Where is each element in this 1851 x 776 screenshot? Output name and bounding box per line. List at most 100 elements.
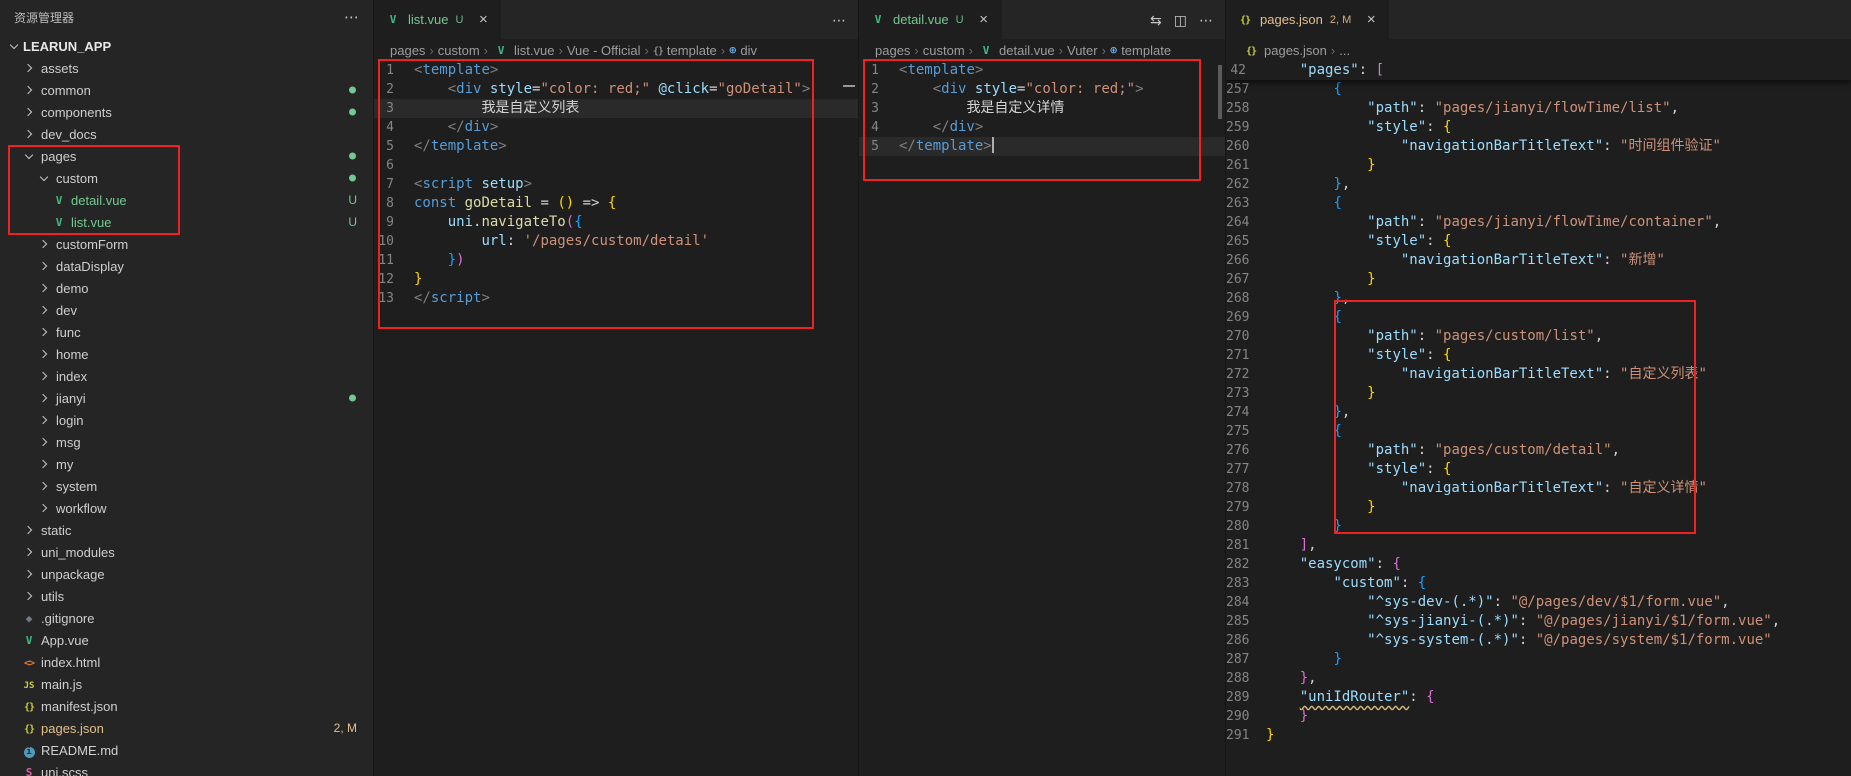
code-line-1[interactable]: 1<template>: [374, 61, 858, 80]
code-line-267[interactable]: 267 }: [1226, 270, 1851, 289]
tree-item-assets[interactable]: assets: [0, 57, 373, 79]
tree-item-readme.md[interactable]: README.md: [0, 739, 373, 761]
breadcrumb-item-template[interactable]: template: [653, 43, 717, 58]
tree-item-static[interactable]: static: [0, 519, 373, 541]
code-line-282[interactable]: 282 "easycom": {: [1226, 555, 1851, 574]
scrollbar-thumb[interactable]: [1218, 65, 1222, 119]
code-line-3[interactable]: 3 我是自定义列表: [374, 99, 858, 118]
tree-item-manifest.json[interactable]: manifest.json: [0, 695, 373, 717]
more-actions-icon[interactable]: ⋯: [832, 13, 846, 27]
close-icon[interactable]: [1363, 11, 1379, 28]
code-editor-detail-vue[interactable]: 1<template>2 <div style="color: red;">3 …: [859, 61, 1225, 776]
code-line-259[interactable]: 259 "style": {: [1226, 118, 1851, 137]
code-line-279[interactable]: 279 }: [1226, 498, 1851, 517]
code-line-6[interactable]: 6: [374, 156, 858, 175]
tree-item-system[interactable]: system: [0, 475, 373, 497]
tab-pages-json[interactable]: pages.json 2, M: [1226, 0, 1390, 39]
code-line-4[interactable]: 4 </div>: [374, 118, 858, 137]
close-icon[interactable]: [475, 11, 491, 28]
code-line-266[interactable]: 266 "navigationBarTitleText": "新增": [1226, 251, 1851, 270]
code-line-5[interactable]: 5</template>: [859, 137, 1225, 156]
breadcrumb-item-template[interactable]: template: [1110, 43, 1171, 58]
tree-item-demo[interactable]: demo: [0, 277, 373, 299]
code-line-257[interactable]: 257 {: [1226, 80, 1851, 99]
breadcrumb-item-custom[interactable]: custom: [923, 43, 965, 58]
code-line-276[interactable]: 276 "path": "pages/custom/detail",: [1226, 441, 1851, 460]
code-line-13[interactable]: 13</script>: [374, 289, 858, 308]
tree-item-index[interactable]: index: [0, 365, 373, 387]
code-line-272[interactable]: 272 "navigationBarTitleText": "自定义列表": [1226, 365, 1851, 384]
breadcrumb-item-pages.json[interactable]: pages.json: [1242, 43, 1327, 58]
code-line-277[interactable]: 277 "style": {: [1226, 460, 1851, 479]
tree-item-app.vue[interactable]: App.vue: [0, 629, 373, 651]
tree-item-dev[interactable]: dev: [0, 299, 373, 321]
tree-item-pages.json[interactable]: pages.json2, M: [0, 717, 373, 739]
code-line-7[interactable]: 7<script setup>: [374, 175, 858, 194]
code-line-265[interactable]: 265 "style": {: [1226, 232, 1851, 251]
tree-item-.gitignore[interactable]: .gitignore: [0, 607, 373, 629]
split-editor-icon[interactable]: ◫: [1174, 13, 1187, 27]
code-line-285[interactable]: 285 "^sys-jianyi-(.*)": "@/pages/jianyi/…: [1226, 612, 1851, 631]
code-line-273[interactable]: 273 }: [1226, 384, 1851, 403]
code-editor-pages-json[interactable]: 42 "pages": [257 {258 "path": "pages/jia…: [1226, 61, 1851, 776]
code-line-264[interactable]: 264 "path": "pages/jianyi/flowTime/conta…: [1226, 213, 1851, 232]
tab-detail-vue[interactable]: detail.vue U: [859, 0, 1003, 39]
code-line-270[interactable]: 270 "path": "pages/custom/list",: [1226, 327, 1851, 346]
tree-item-dev-docs[interactable]: dev_docs: [0, 123, 373, 145]
breadcrumb-item-div[interactable]: div: [729, 43, 757, 58]
code-line-274[interactable]: 274 },: [1226, 403, 1851, 422]
code-line-9[interactable]: 9 uni.navigateTo({: [374, 213, 858, 232]
tab-list-vue[interactable]: list.vue U: [374, 0, 502, 39]
breadcrumb-item-custom[interactable]: custom: [438, 43, 480, 58]
code-line-4[interactable]: 4 </div>: [859, 118, 1225, 137]
tree-item-my[interactable]: my: [0, 453, 373, 475]
code-line-288[interactable]: 288 },: [1226, 669, 1851, 688]
code-line-286[interactable]: 286 "^sys-system-(.*)": "@/pages/system/…: [1226, 631, 1851, 650]
tree-item-detail.vue[interactable]: detail.vueU: [0, 189, 373, 211]
code-line-275[interactable]: 275 {: [1226, 422, 1851, 441]
tree-item-jianyi[interactable]: jianyi: [0, 387, 373, 409]
more-actions-icon[interactable]: ⋯: [344, 10, 359, 25]
breadcrumb-item-list.vue[interactable]: list.vue: [492, 43, 554, 58]
tree-item-customform[interactable]: customForm: [0, 233, 373, 255]
tree-item-index.html[interactable]: index.html: [0, 651, 373, 673]
tree-item-main.js[interactable]: main.js: [0, 673, 373, 695]
code-line-289[interactable]: 289 "uniIdRouter": {: [1226, 688, 1851, 707]
tree-item-unpackage[interactable]: unpackage: [0, 563, 373, 585]
tree-item-uni-modules[interactable]: uni_modules: [0, 541, 373, 563]
close-icon[interactable]: [976, 11, 992, 28]
tree-item-uni.scss[interactable]: uni.scss: [0, 761, 373, 776]
breadcrumb-item-detail.vue[interactable]: detail.vue: [977, 43, 1055, 58]
code-line-258[interactable]: 258 "path": "pages/jianyi/flowTime/list"…: [1226, 99, 1851, 118]
code-line-8[interactable]: 8const goDetail = () => {: [374, 194, 858, 213]
breadcrumb-item-vue-official[interactable]: Vue - Official: [567, 43, 641, 58]
code-line-278[interactable]: 278 "navigationBarTitleText": "自定义详情": [1226, 479, 1851, 498]
code-line-260[interactable]: 260 "navigationBarTitleText": "时间组件验证": [1226, 137, 1851, 156]
code-line-269[interactable]: 269 {: [1226, 308, 1851, 327]
more-actions-icon[interactable]: ⋯: [1199, 13, 1213, 27]
tree-item-custom[interactable]: custom: [0, 167, 373, 189]
tree-item-list.vue[interactable]: list.vueU: [0, 211, 373, 233]
code-line-11[interactable]: 11 }): [374, 251, 858, 270]
code-line-10[interactable]: 10 url: '/pages/custom/detail': [374, 232, 858, 251]
tree-item-workflow[interactable]: workflow: [0, 497, 373, 519]
code-line-261[interactable]: 261 }: [1226, 156, 1851, 175]
code-line-283[interactable]: 283 "custom": {: [1226, 574, 1851, 593]
tree-item-msg[interactable]: msg: [0, 431, 373, 453]
breadcrumb-item-pages[interactable]: pages: [390, 43, 425, 58]
code-line-2[interactable]: 2 <div style="color: red;" @click="goDet…: [374, 80, 858, 99]
code-editor-list-vue[interactable]: 1<template>2 <div style="color: red;" @c…: [374, 61, 858, 776]
tree-root-learun-app[interactable]: LEARUN_APP: [0, 35, 373, 57]
tree-item-login[interactable]: login: [0, 409, 373, 431]
code-line-2[interactable]: 2 <div style="color: red;">: [859, 80, 1225, 99]
code-line-281[interactable]: 281 ],: [1226, 536, 1851, 555]
code-line-263[interactable]: 263 {: [1226, 194, 1851, 213]
breadcrumb-item-vuter[interactable]: Vuter: [1067, 43, 1098, 58]
tree-item-components[interactable]: components: [0, 101, 373, 123]
code-line-291[interactable]: 291}: [1226, 726, 1851, 745]
breadcrumb-item-...[interactable]: ...: [1339, 43, 1350, 58]
code-line-1[interactable]: 1<template>: [859, 61, 1225, 80]
tree-item-func[interactable]: func: [0, 321, 373, 343]
code-line-12[interactable]: 12}: [374, 270, 858, 289]
code-line-42[interactable]: 42 "pages": [: [1226, 61, 1851, 80]
